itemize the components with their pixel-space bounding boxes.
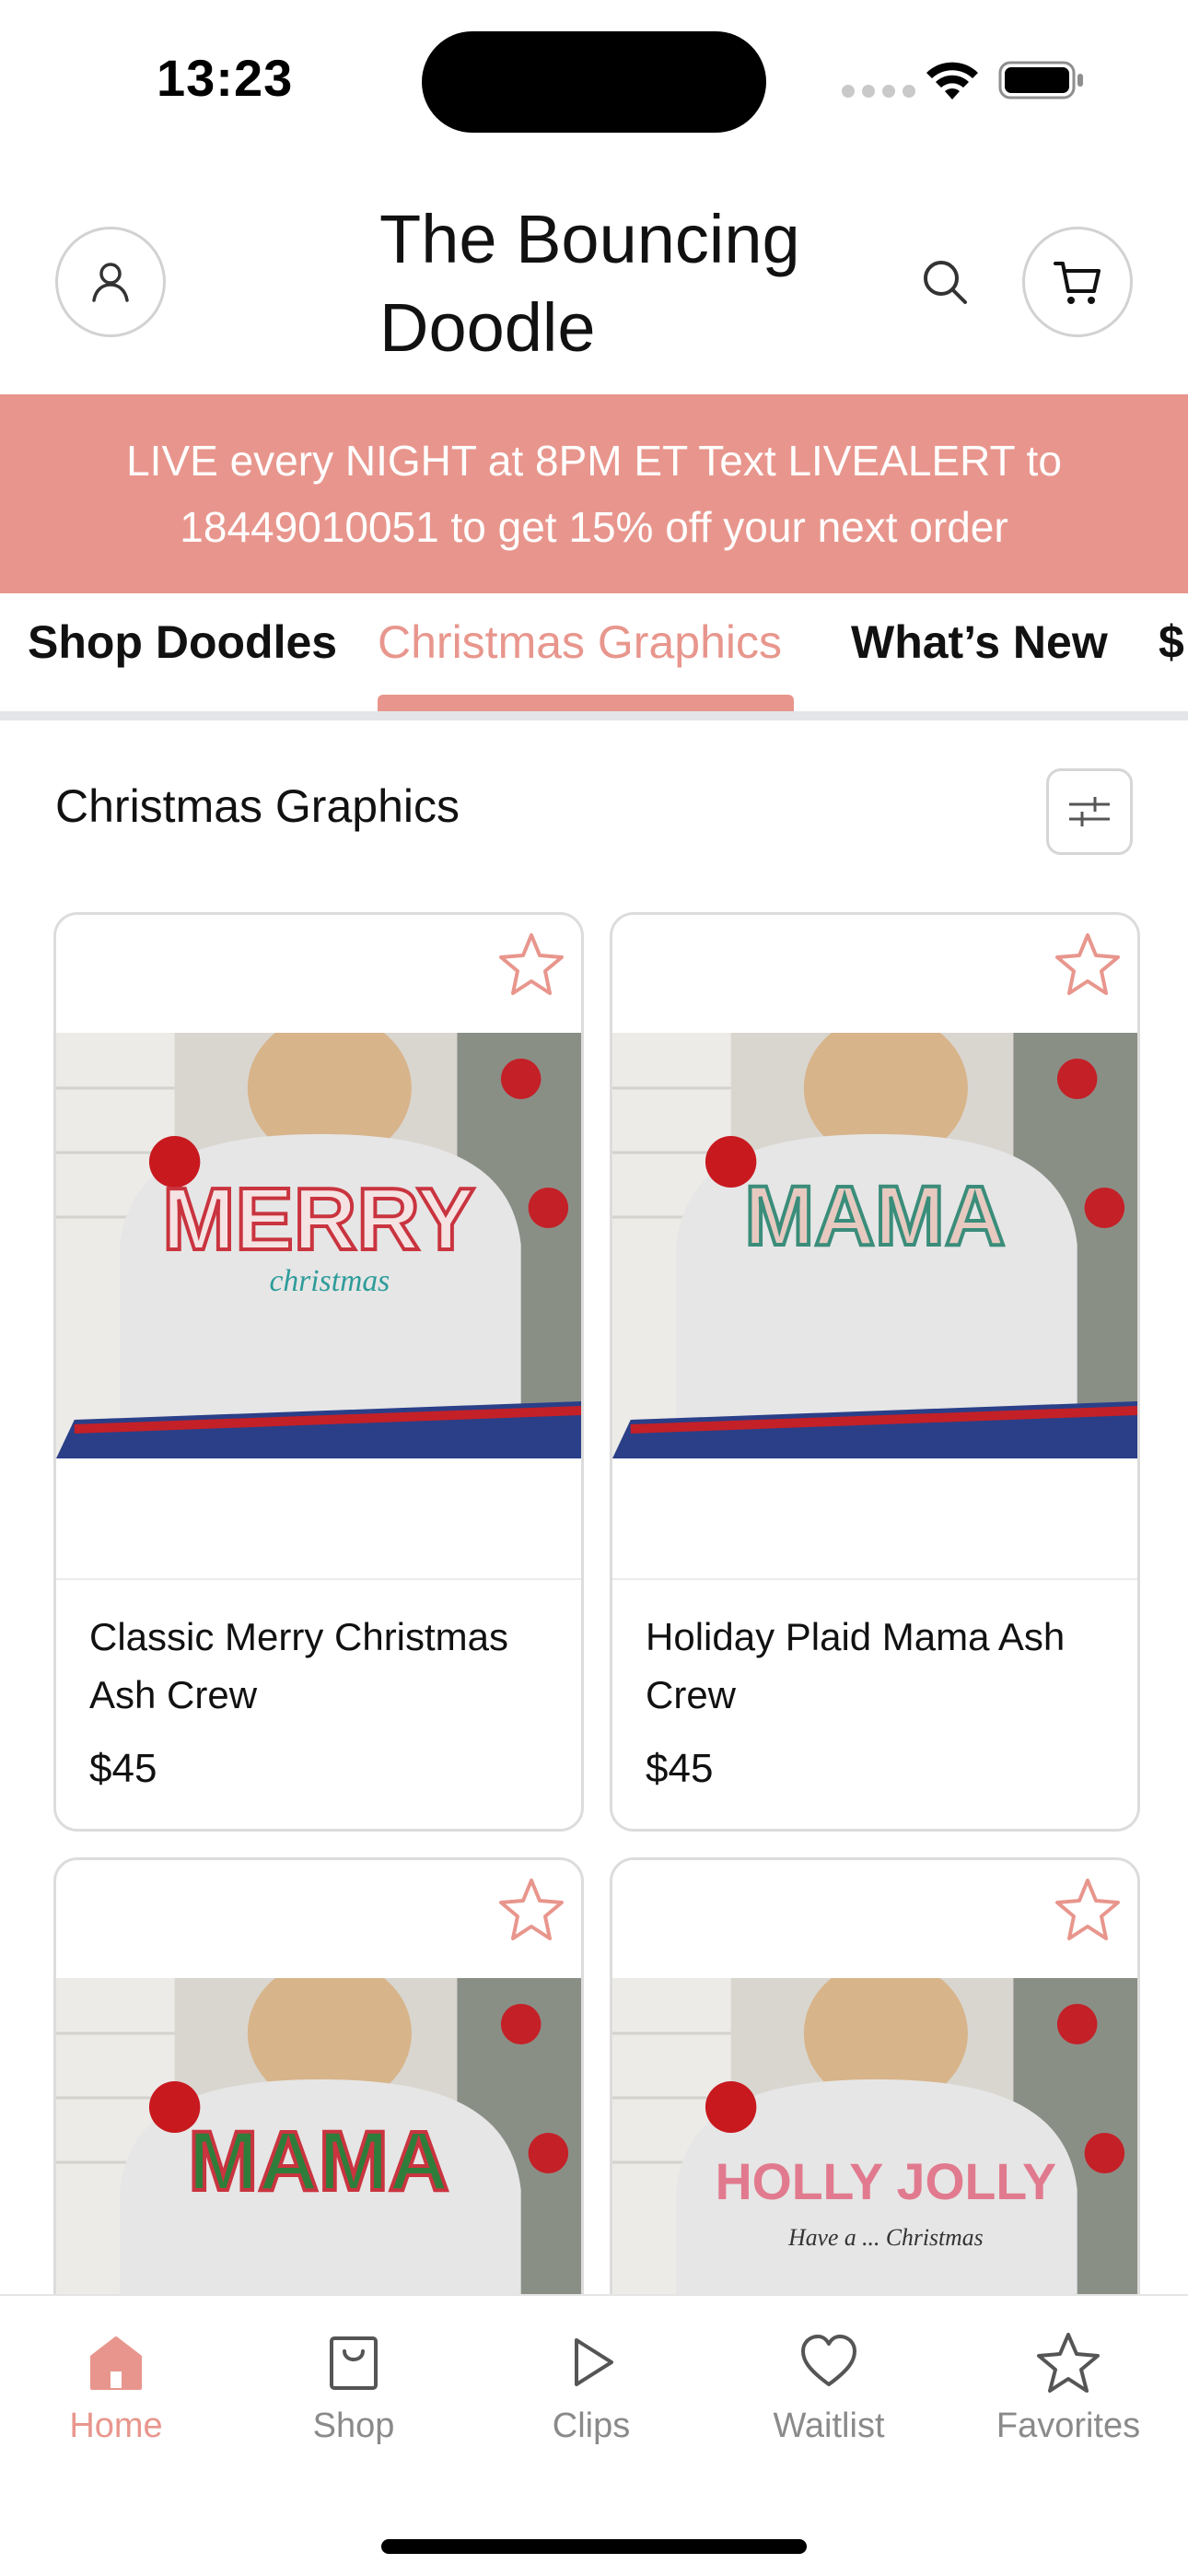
sweatshirt-photo: MERRY christmas [56, 1033, 581, 1458]
product-card[interactable]: MAMA Holiday Plaid Mama Ash Crew $45 [610, 912, 1140, 1832]
favorite-star-icon[interactable] [1053, 1875, 1123, 1945]
sweatshirt-photo: MAMA [612, 1033, 1137, 1458]
heart-icon [801, 2335, 856, 2386]
nav-home[interactable]: Home [15, 2329, 217, 2446]
shopping-bag-icon [330, 2336, 378, 2390]
play-icon [575, 2338, 613, 2386]
sliders-icon [1069, 797, 1110, 826]
shirt-graphic-text: MAMA [744, 1169, 1005, 1264]
star-icon [1037, 2333, 1100, 2393]
tab-shop-doodles[interactable]: Shop Doodles [28, 615, 337, 711]
filter-button[interactable] [1046, 768, 1133, 855]
product-image[interactable]: MERRY christmas [56, 915, 581, 1580]
section-title: Christmas Graphics [55, 780, 460, 832]
nav-label: Shop [312, 2406, 395, 2445]
dynamic-island [422, 31, 766, 133]
product-price: $45 [89, 1746, 157, 1791]
status-time: 13:23 [157, 49, 294, 107]
nav-label: Home [69, 2406, 163, 2445]
home-icon [90, 2336, 142, 2390]
nav-favorites[interactable]: Favorites [967, 2329, 1170, 2446]
nav-label: Favorites [996, 2406, 1141, 2445]
wifi-icon [926, 62, 978, 100]
nav-label: Clips [552, 2406, 631, 2445]
nav-waitlist[interactable]: Waitlist [728, 2329, 930, 2446]
nav-clips[interactable]: Clips [490, 2329, 693, 2446]
account-button[interactable] [55, 227, 166, 337]
product-card[interactable]: MERRY christmas Classic Merry Christmas … [53, 912, 584, 1832]
favorite-star-icon[interactable] [1053, 930, 1123, 1000]
category-tabs: Shop Doodles Christmas Graphics What’s N… [0, 593, 1188, 720]
tab-whats-new[interactable]: What’s New [851, 615, 1108, 711]
nav-shop[interactable]: Shop [252, 2329, 455, 2446]
promo-banner[interactable]: LIVE every NIGHT at 8PM ET Text LIVEALER… [0, 394, 1188, 593]
shirt-graphic-text: MERRY [162, 1171, 475, 1270]
search-button[interactable] [912, 249, 978, 315]
search-icon [924, 261, 967, 304]
product-price: $45 [646, 1746, 714, 1791]
product-name[interactable]: Classic Merry Christmas Ash Crew [89, 1608, 550, 1724]
shirt-graphic-subtext: christmas [269, 1264, 390, 1298]
active-tab-indicator [378, 695, 794, 711]
favorite-star-icon[interactable] [496, 1875, 566, 1945]
favorite-star-icon[interactable] [496, 930, 566, 1000]
bottom-nav: Home Shop Clips Waitlist Favorites [0, 2294, 1188, 2576]
home-indicator[interactable] [381, 2539, 807, 2554]
promo-text: LIVE every NIGHT at 8PM ET Text LIVEALER… [126, 437, 1062, 551]
store-title: The Bouncing Doodle [379, 201, 800, 366]
tab-more[interactable]: $ [1159, 615, 1184, 711]
product-image[interactable]: MAMA [612, 915, 1137, 1580]
product-name[interactable]: Holiday Plaid Mama Ash Crew [646, 1608, 1106, 1724]
cart-icon [1054, 262, 1101, 304]
nav-label: Waitlist [773, 2406, 885, 2445]
shirt-graphic-subtext: Have a ... Christmas [787, 2224, 984, 2251]
app-screen: 13:23 The Bouncing Doodle LIVE every NIG… [0, 0, 1188, 2576]
shirt-graphic-text: MAMA [188, 2114, 448, 2209]
cellular-signal-icon [842, 85, 915, 98]
shirt-graphic-text: HOLLY JOLLY [716, 2153, 1056, 2210]
battery-icon [998, 61, 1083, 100]
store-header: The Bouncing Doodle [0, 184, 1188, 394]
cart-button[interactable] [1022, 227, 1133, 337]
status-bar: 13:23 [0, 0, 1188, 157]
user-icon [92, 263, 129, 302]
